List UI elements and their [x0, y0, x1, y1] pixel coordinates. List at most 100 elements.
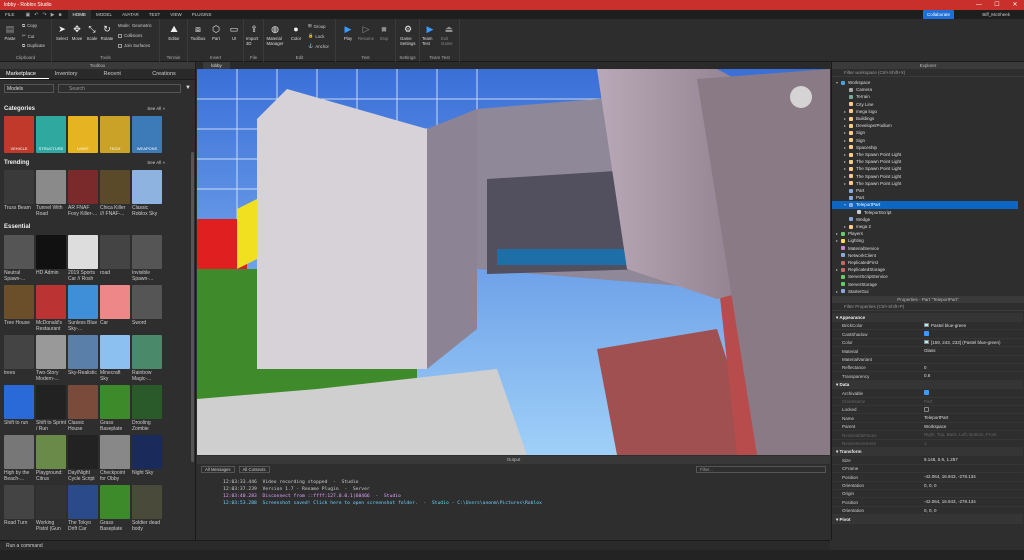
move-button[interactable]: ✥ Move — [69, 24, 85, 42]
asset-tile[interactable]: Neutral Spawn-... — [4, 235, 34, 282]
duplicate-button[interactable]: ⧉ Duplicate — [22, 43, 45, 48]
property-value[interactable] — [924, 447, 1023, 455]
filter-icon[interactable]: ▼ — [185, 85, 191, 91]
asset-tile[interactable]: Night Sky — [132, 435, 162, 476]
message-filter-dropdown[interactable]: All Messages — [201, 466, 235, 473]
asset-tile[interactable]: Soldier dead body — [132, 485, 162, 532]
rotate-button[interactable]: ↻ Rotate — [99, 24, 115, 42]
paste-button[interactable]: ▤ Paste — [2, 24, 18, 42]
part-button[interactable]: ⬡ Part — [208, 24, 224, 42]
explorer-item[interactable]: ▸ Players — [832, 230, 1018, 237]
explorer-item[interactable]: TeleportScript — [832, 209, 1018, 216]
explorer-item[interactable]: MaterialService — [832, 245, 1018, 252]
undo-icon[interactable]: ↶ — [34, 12, 38, 18]
property-value[interactable] — [924, 355, 1023, 363]
minimize-button[interactable]: — — [970, 0, 988, 10]
property-row[interactable]: ▾ Pivot — [832, 514, 1023, 524]
explorer-item[interactable]: Terrain — [832, 93, 1018, 100]
property-value[interactable]: 0.6 — [924, 372, 1023, 380]
asset-tile[interactable]: Classic House — [68, 385, 98, 432]
asset-tile[interactable]: Playground: Citrus — [36, 435, 66, 482]
see-all-link[interactable]: See All » — [147, 106, 165, 111]
asset-tile[interactable]: Shift to run — [4, 385, 34, 426]
tab-lobby[interactable]: lobby — [203, 62, 230, 69]
asset-tile[interactable]: Road Turn — [4, 485, 34, 526]
asset-tile[interactable]: Shift to Sprint / Run — [36, 385, 66, 432]
category-tile[interactable]: VEHICLE — [4, 116, 34, 153]
user-name[interactable]: Biff_McSheek — [982, 10, 1010, 19]
explorer-item[interactable]: ▸ Lighting — [832, 237, 1018, 244]
explorer-item[interactable]: ▸ The Spawn Point Light — [832, 173, 1018, 180]
lock-button[interactable]: 🔒 Lock — [308, 33, 324, 39]
property-value[interactable] — [924, 313, 1023, 321]
asset-tile[interactable]: Car — [100, 285, 130, 326]
stop-button[interactable]: ■ Stop — [376, 24, 392, 41]
property-value[interactable]: 9.148, 5.9, 1.287 — [924, 456, 1023, 464]
resume-button[interactable]: ▷ Resume — [358, 24, 374, 42]
tab-avatar[interactable]: AVATAR — [117, 10, 144, 19]
property-value[interactable]: 0, 0, 0 — [924, 506, 1023, 514]
category-tile[interactable]: WEAPONS — [132, 116, 162, 153]
explorer-item[interactable]: NetworkClient — [832, 252, 1018, 259]
ui-button[interactable]: ▭ UI — [226, 24, 242, 42]
toolbox-search-input[interactable]: Search — [58, 83, 182, 93]
asset-tile[interactable]: Rainbow Magic-... — [132, 335, 162, 382]
property-value[interactable] — [924, 330, 1023, 338]
import-3d-button[interactable]: ⇪ Import 3D — [246, 24, 262, 47]
team-test-button[interactable]: ▶ Team Test — [422, 24, 438, 47]
tab-creations[interactable]: Creations — [146, 69, 195, 79]
explorer-item[interactable]: ▸ Sign — [832, 137, 1018, 144]
tab-view[interactable]: VIEW — [165, 10, 187, 19]
explorer-item[interactable]: ▸ The Spawn Point Light — [832, 158, 1018, 165]
play-icon[interactable]: ▶ — [51, 12, 55, 18]
asset-tile[interactable]: Minecraft Sky — [100, 335, 130, 382]
explorer-item[interactable]: Part — [832, 187, 1018, 194]
explorer-item[interactable]: City Line — [832, 101, 1018, 108]
property-value[interactable]: Workspace — [924, 422, 1023, 430]
file-menu[interactable]: FILE — [0, 10, 20, 19]
explorer-item[interactable]: ▸ DeveloperPodium — [832, 122, 1018, 129]
asset-tile[interactable]: Sword — [132, 285, 162, 326]
asset-tile[interactable]: trees — [4, 335, 34, 376]
explorer-item[interactable]: ▸ The Spawn Point Light — [832, 180, 1018, 187]
tab-recent[interactable]: Recent — [98, 69, 147, 79]
property-value[interactable]: Glass — [924, 347, 1023, 355]
asset-tile[interactable]: road — [100, 235, 130, 276]
tab-inventory[interactable]: Inventory — [49, 69, 98, 79]
asset-tile[interactable]: Invisible Spawn-... — [132, 235, 162, 282]
explorer-item[interactable]: Part — [832, 194, 1018, 201]
material-manager-button[interactable]: ◍ Material Manager — [267, 24, 284, 47]
category-tile[interactable]: STRUCTURE — [36, 116, 66, 153]
checkbox-unchecked-icon[interactable] — [924, 406, 929, 412]
mode-select[interactable]: Mode: Geometric — [118, 23, 152, 28]
3d-viewport[interactable] — [197, 69, 830, 455]
explorer-item[interactable]: ▸ The Spawn Point Light — [832, 151, 1018, 158]
property-value[interactable] — [924, 489, 1023, 497]
category-tile[interactable]: LIGHT — [68, 116, 98, 153]
explorer-item[interactable]: ▸ mega logo — [832, 108, 1018, 115]
properties-filter-input[interactable]: Filter Properties (Ctrl+Shift+P) — [832, 303, 1024, 311]
select-button[interactable]: ➤ Select — [54, 24, 70, 42]
explorer-item[interactable]: Camera — [832, 86, 1018, 93]
category-select[interactable]: Models — [4, 83, 54, 93]
asset-tile[interactable]: Grass Baseplate — [100, 485, 130, 532]
game-settings-button[interactable]: ⚙ Game Settings — [400, 24, 416, 47]
asset-tile[interactable]: Checkpoint for Obby — [100, 435, 130, 482]
terrain-editor-button[interactable]: ⛰ Editor — [166, 24, 182, 42]
asset-tile[interactable]: McDonald's Restaurant — [36, 285, 66, 332]
see-all-link[interactable]: See All » — [147, 160, 165, 165]
property-value[interactable]: [159, 243, 233] (Pastel blue-green) — [924, 338, 1023, 346]
explorer-item[interactable]: Wedge — [832, 216, 1018, 223]
command-bar[interactable]: Run a command — [0, 540, 830, 550]
property-value[interactable] — [924, 405, 1023, 413]
redo-icon[interactable]: ↷ — [42, 12, 46, 18]
checkbox-checked-icon[interactable] — [924, 331, 929, 337]
tab-marketplace[interactable]: Marketplace — [0, 69, 49, 79]
asset-tile[interactable]: 2019 Sports Car // Rosh — [68, 235, 98, 282]
asset-tile[interactable]: Tunnel With Road — [36, 170, 66, 217]
property-value[interactable]: 1 — [924, 439, 1023, 447]
close-button[interactable]: ✕ — [1006, 0, 1024, 10]
tab-home[interactable]: HOME — [67, 10, 92, 19]
asset-tile[interactable]: Working Pistol (Gun — [36, 485, 66, 532]
property-value[interactable]: -42.064, 16.943, -278.134 — [924, 498, 1023, 506]
